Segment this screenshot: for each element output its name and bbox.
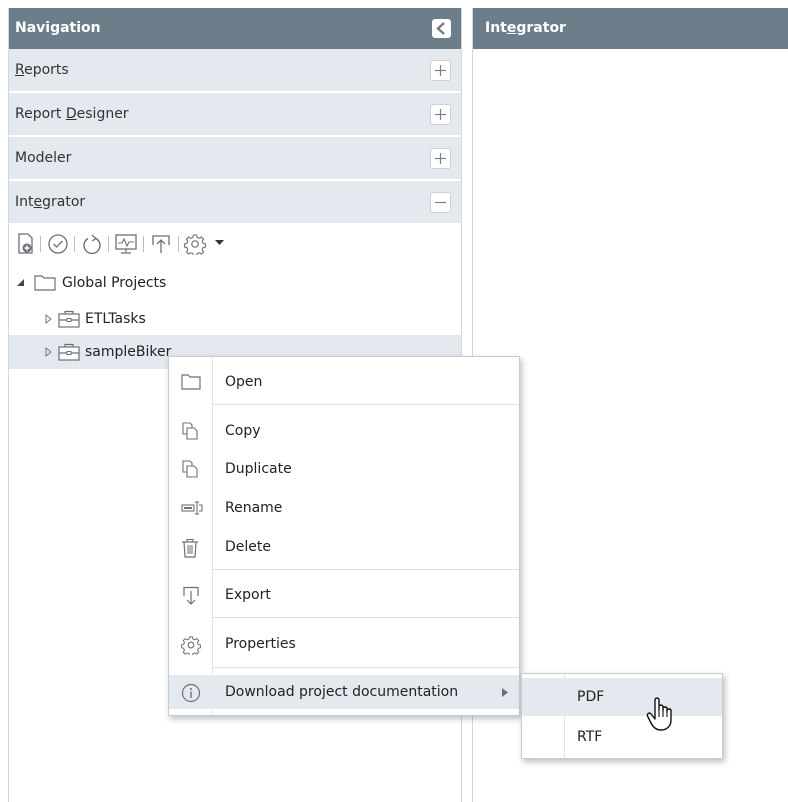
monitor-icon[interactable]: [114, 233, 138, 255]
expanded-triangle-icon[interactable]: [17, 279, 25, 287]
menu-item-label: Rename: [225, 500, 283, 516]
toolbar-separator: [143, 236, 144, 252]
folder-icon: [181, 374, 201, 390]
accordion-integrator[interactable]: Integrator: [9, 181, 461, 224]
menu-separator: [213, 617, 519, 618]
integrator-title: Integrator: [485, 20, 566, 36]
accordion-label-report-designer: Report Designer: [15, 106, 129, 122]
navigation-header: Navigation: [9, 8, 461, 49]
menu-item-rename[interactable]: Rename: [169, 491, 519, 525]
accordion-report-designer[interactable]: Report Designer: [9, 93, 461, 136]
menu-item-duplicate[interactable]: Duplicate: [169, 452, 519, 486]
validate-icon[interactable]: [47, 233, 69, 255]
integrator-header: Integrator: [473, 8, 788, 49]
expand-reports-button[interactable]: [430, 60, 451, 81]
context-menu: Open Copy Duplicate Rename Delete Export…: [168, 356, 520, 716]
collapse-integrator-button[interactable]: [430, 192, 451, 213]
tree-node-etltasks[interactable]: ETLTasks: [45, 305, 455, 333]
expand-report-designer-button[interactable]: [430, 104, 451, 125]
menu-separator: [213, 667, 519, 668]
expand-modeler-button[interactable]: [430, 148, 451, 169]
menu-item-delete[interactable]: Delete: [169, 530, 519, 564]
menu-item-open[interactable]: Open: [169, 365, 519, 399]
submenu-item-pdf[interactable]: PDF: [522, 678, 722, 716]
tree-label: sampleBiker: [85, 344, 172, 360]
folder-icon: [34, 275, 56, 291]
menu-separator: [213, 404, 519, 405]
integrator-toolbar: [13, 230, 343, 260]
project-icon: [58, 343, 80, 361]
refresh-icon[interactable]: [81, 233, 103, 255]
menu-item-label: Export: [225, 587, 271, 603]
submenu-item-label: RTF: [577, 729, 603, 745]
new-project-icon[interactable]: [17, 233, 35, 255]
tree-node-global-projects[interactable]: Global Projects: [17, 269, 457, 297]
accordion-label-reports: Reports: [15, 62, 69, 78]
menu-item-copy[interactable]: Copy: [169, 414, 519, 448]
submenu-item-label: PDF: [577, 689, 605, 705]
menu-item-label: Properties: [225, 636, 296, 652]
menu-item-label: Open: [225, 374, 263, 390]
trash-icon: [182, 538, 198, 558]
collapsed-triangle-icon[interactable]: [45, 314, 52, 324]
tree-label: Global Projects: [62, 275, 167, 291]
collapsed-triangle-icon[interactable]: [45, 347, 52, 357]
accordion-label-integrator: Integrator: [15, 194, 86, 210]
menu-item-export[interactable]: Export: [169, 578, 519, 612]
duplicate-icon: [182, 460, 198, 478]
toolbar-separator: [74, 236, 75, 252]
menu-item-properties[interactable]: Properties: [169, 627, 519, 661]
dropdown-arrow-icon[interactable]: [215, 240, 224, 246]
menu-item-download-documentation[interactable]: Download project documentation: [169, 675, 519, 709]
toolbar-separator: [40, 236, 41, 252]
submenu-item-rtf[interactable]: RTF: [522, 718, 722, 756]
accordion-label-modeler: Modeler: [15, 150, 72, 166]
project-icon: [58, 310, 80, 328]
submenu-arrow-icon: [502, 688, 508, 697]
copy-icon: [182, 422, 198, 440]
documentation-submenu: PDF RTF: [521, 673, 723, 759]
hand-cursor-icon: [646, 697, 672, 731]
toolbar-separator: [108, 236, 109, 252]
info-icon: [181, 683, 201, 703]
navigation-title: Navigation: [15, 20, 101, 36]
menu-item-label: Delete: [225, 539, 271, 555]
collapse-panel-button[interactable]: [432, 19, 451, 38]
minus-icon: [435, 201, 446, 204]
settings-icon[interactable]: [184, 233, 206, 255]
rename-icon: [181, 501, 203, 515]
deploy-icon[interactable]: [150, 233, 172, 255]
toolbar-separator: [178, 236, 179, 252]
chevron-left-icon: [436, 22, 445, 35]
plus-icon: [435, 109, 446, 120]
tree-label: ETLTasks: [85, 311, 146, 327]
menu-item-label: Download project documentation: [225, 684, 459, 700]
accordion-modeler[interactable]: Modeler: [9, 137, 461, 180]
export-icon: [183, 586, 199, 605]
menu-separator: [213, 569, 519, 570]
menu-item-label: Copy: [225, 423, 261, 439]
plus-icon: [435, 153, 446, 164]
plus-icon: [435, 65, 446, 76]
accordion-reports[interactable]: Reports: [9, 49, 461, 92]
gear-icon: [181, 636, 201, 655]
menu-item-label: Duplicate: [225, 461, 292, 477]
